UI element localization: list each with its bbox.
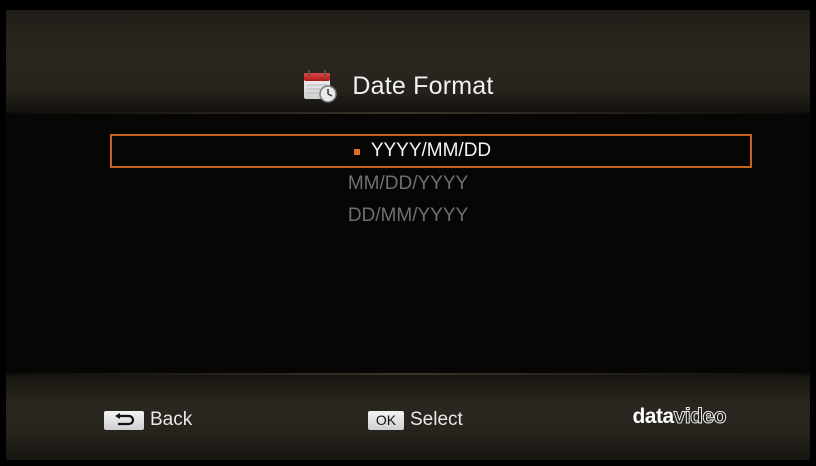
screen: Date Format YYYY/MM/DD MM/DD/YYYY DD/MM/…	[0, 0, 816, 466]
return-arrow-icon	[115, 413, 135, 426]
option-dd-mm-yyyy[interactable]: DD/MM/YYYY	[6, 200, 810, 232]
datavideo-logo: datavideo	[632, 405, 727, 429]
select-label: Select	[410, 409, 463, 430]
page-title: Date Format	[352, 71, 494, 100]
logo-text-data: data	[632, 405, 674, 428]
header-divider	[6, 112, 810, 114]
option-mm-dd-yyyy[interactable]: MM/DD/YYYY	[6, 168, 810, 200]
date-format-options: YYYY/MM/DD MM/DD/YYYY DD/MM/YYYY	[6, 134, 810, 232]
menu-header: Date Format	[6, 10, 810, 112]
logo-text-video: video	[673, 405, 727, 429]
back-label: Back	[150, 409, 193, 430]
selected-bullet-icon	[353, 149, 360, 155]
option-label: DD/MM/YYYY	[347, 205, 469, 226]
menu-footer: Back OK Select datavideo	[6, 375, 810, 460]
title-bar: Date Format	[6, 66, 810, 106]
ok-key[interactable]: OK	[368, 410, 404, 430]
option-label: MM/DD/YYYY	[347, 173, 469, 194]
calendar-clock-icon	[304, 70, 338, 103]
back-key[interactable]	[104, 410, 144, 430]
menu-panel: Date Format YYYY/MM/DD MM/DD/YYYY DD/MM/…	[6, 10, 810, 460]
option-label: YYYY/MM/DD	[370, 140, 492, 161]
option-yyyy-mm-dd[interactable]: YYYY/MM/DD	[110, 134, 752, 168]
back-hint[interactable]: Back	[104, 409, 192, 431]
select-hint[interactable]: OK Select	[368, 409, 463, 431]
